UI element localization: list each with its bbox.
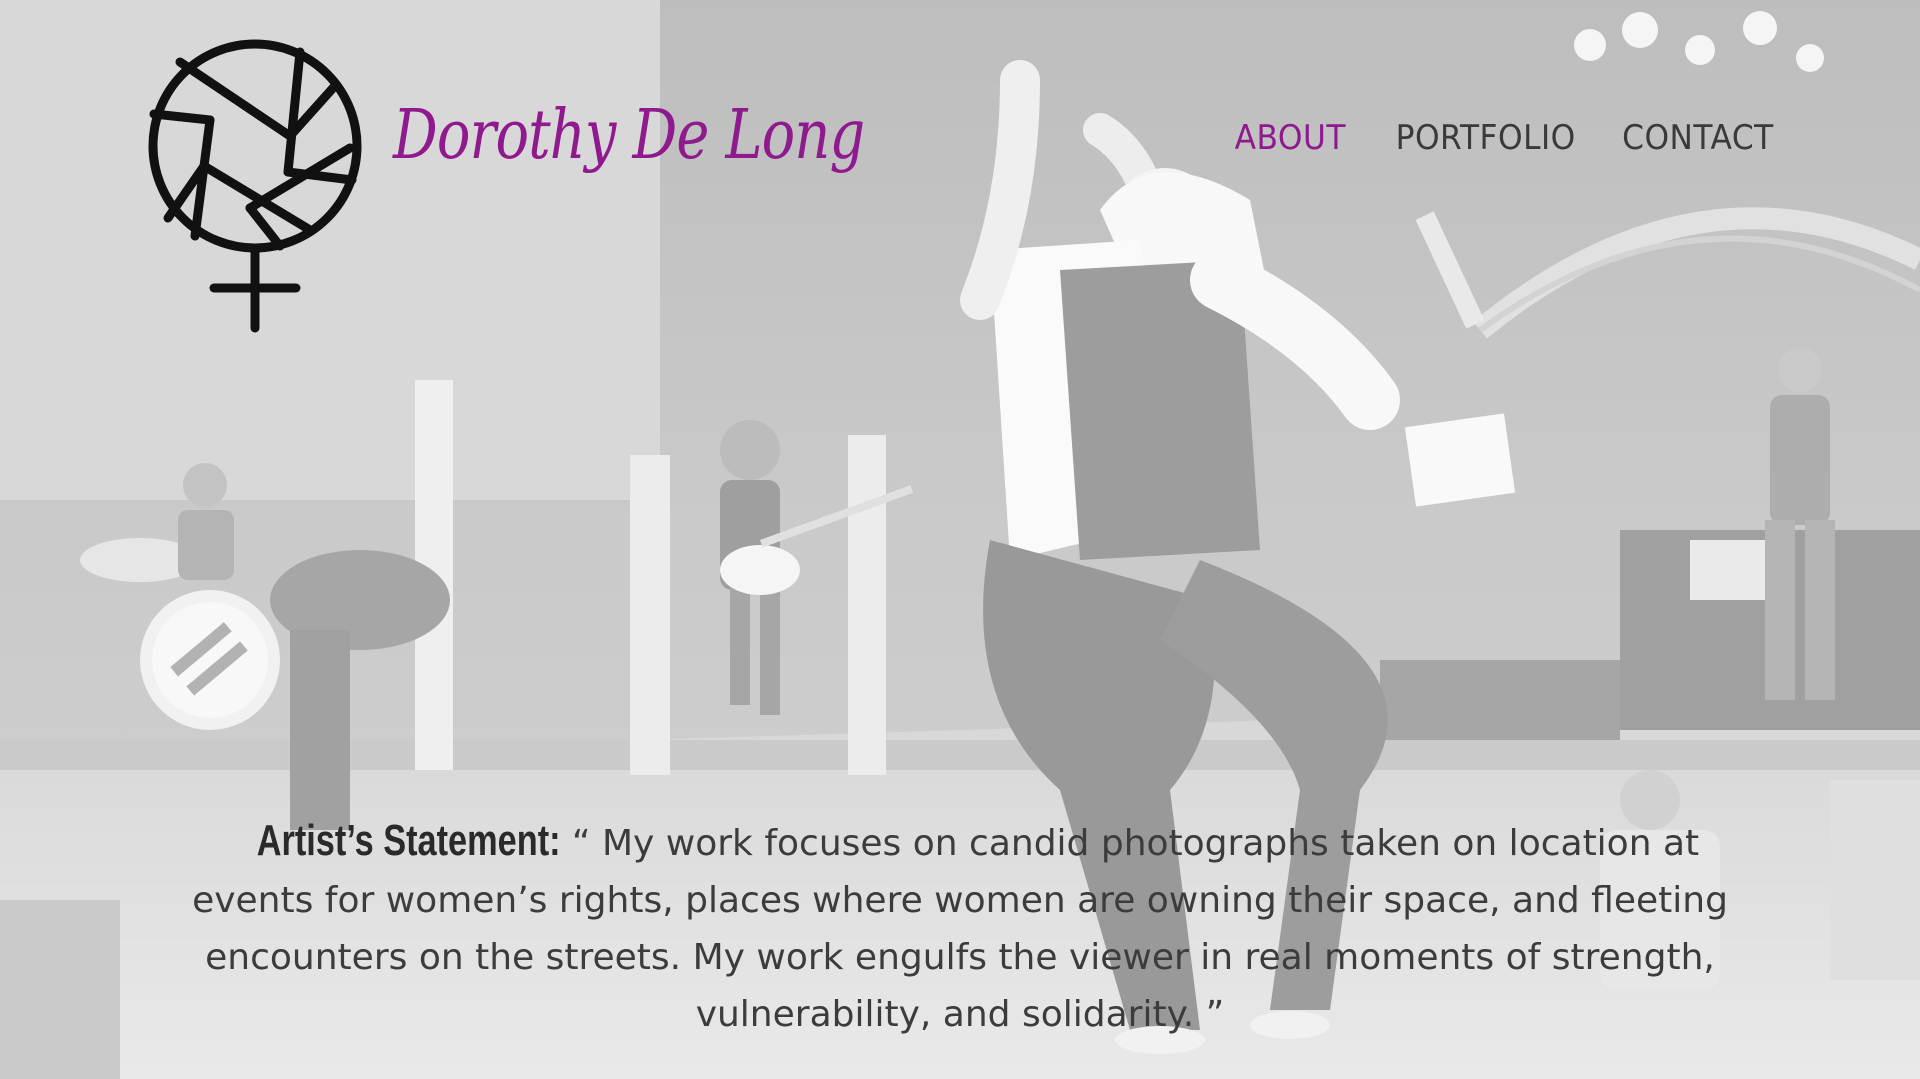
nav-item-about[interactable]: ABOUT <box>1234 118 1345 158</box>
statement-label: Artist’s Statement: <box>256 816 561 865</box>
main-nav: ABOUT PORTFOLIO CONTACT <box>1225 118 1774 158</box>
site-brand-name[interactable]: Dorothy De Long <box>393 96 865 175</box>
aperture-female-symbol-icon[interactable] <box>140 38 370 338</box>
nav-item-portfolio[interactable]: PORTFOLIO <box>1395 118 1575 158</box>
artist-statement: Artist’s Statement: “ My work focuses on… <box>190 812 1730 1043</box>
nav-item-contact[interactable]: CONTACT <box>1622 118 1774 158</box>
